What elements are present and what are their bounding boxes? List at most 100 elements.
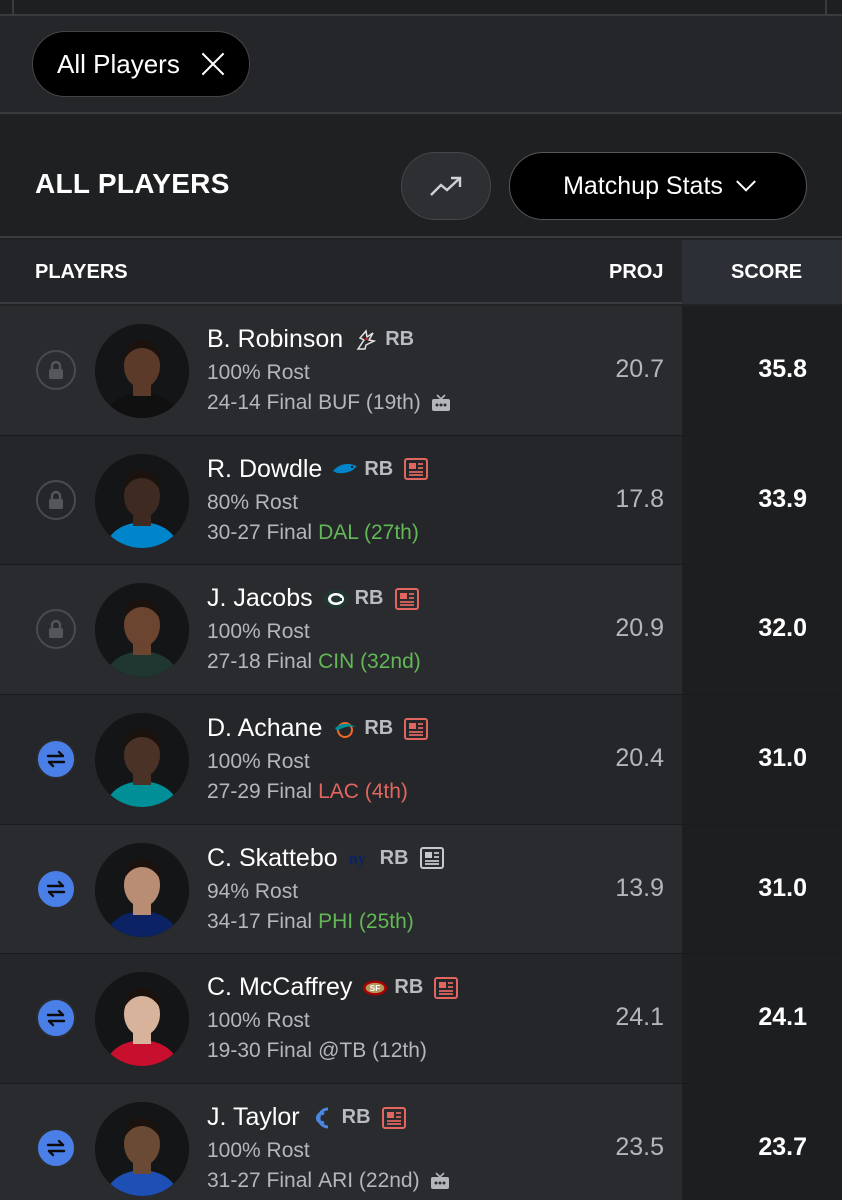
projected-points: 23.5 xyxy=(615,1133,664,1162)
tv-icon xyxy=(431,394,450,411)
actual-score: 35.8 xyxy=(758,355,807,383)
news-icon[interactable] xyxy=(381,1106,407,1130)
49ers-logo-icon: SF xyxy=(362,976,388,1000)
section-header: ALL PLAYERS Matchup Stats xyxy=(0,116,842,238)
rostered-percent: 100% Rost xyxy=(207,620,310,644)
player-name[interactable]: C. Skattebo xyxy=(207,844,338,873)
rostered-percent: 100% Rost xyxy=(207,1139,310,1163)
rostered-percent: 80% Rost xyxy=(207,490,299,514)
player-headshot xyxy=(95,1102,189,1197)
close-icon[interactable] xyxy=(200,51,226,77)
rostered-percent: 100% Rost xyxy=(207,750,310,774)
player-avatar[interactable] xyxy=(95,583,189,678)
panthers-logo-icon xyxy=(332,457,358,481)
news-icon[interactable] xyxy=(394,587,420,611)
filter-chip-label: All Players xyxy=(57,48,180,79)
projected-points: 20.9 xyxy=(615,614,664,643)
game-score: 30-27 Final xyxy=(207,520,313,544)
trending-up-icon xyxy=(430,176,462,196)
score-column-header[interactable]: SCORE xyxy=(731,261,802,284)
player-avatar[interactable] xyxy=(95,453,189,548)
player-name[interactable]: C. McCaffrey xyxy=(207,973,352,1002)
position-label: RB xyxy=(394,976,424,999)
actual-score: 23.7 xyxy=(758,1133,807,1162)
player-row[interactable]: R. Dowdle RB 80% Rost 30-27 Final DAL (27th)… xyxy=(0,435,842,566)
trending-button[interactable] xyxy=(401,152,491,220)
player-avatar[interactable] xyxy=(95,1102,189,1197)
game-score: 27-29 Final xyxy=(207,780,313,804)
swap-button[interactable] xyxy=(36,739,76,780)
proj-column-header[interactable]: PROJ xyxy=(609,261,663,284)
opponent-rank: ARI (22nd) xyxy=(318,1169,420,1193)
opponent-rank: LAC (4th) xyxy=(318,780,408,804)
player-avatar[interactable] xyxy=(95,324,189,418)
game-result: 19-30 Final @TB (12th) xyxy=(207,1039,427,1063)
game-result: 27-29 Final LAC (4th) xyxy=(207,780,408,804)
lock-button xyxy=(36,609,76,650)
player-name[interactable]: R. Dowdle xyxy=(207,455,322,484)
news-icon[interactable] xyxy=(403,457,429,481)
swap-icon xyxy=(46,880,66,897)
swap-icon xyxy=(46,750,66,768)
player-name[interactable]: J. Taylor xyxy=(207,1103,300,1132)
player-headshot xyxy=(95,324,189,418)
giants-logo-icon: ny xyxy=(348,846,374,870)
opponent-rank: CIN (32nd) xyxy=(318,650,421,674)
game-score: 24-14 Final xyxy=(207,391,313,414)
news-icon[interactable] xyxy=(419,846,445,870)
swap-button[interactable] xyxy=(36,998,76,1039)
projected-points: 24.1 xyxy=(615,1003,664,1032)
filter-bar: All Players xyxy=(0,16,842,114)
game-result: 27-18 Final CIN (32nd) xyxy=(207,650,421,674)
player-row[interactable]: D. Achane RB 100% Rost 27-29 Final LAC (4th)… xyxy=(0,695,842,825)
actual-score: 33.9 xyxy=(758,484,807,513)
opponent-rank: BUF (19th) xyxy=(318,391,421,414)
game-score: 34-17 Final xyxy=(207,909,313,933)
position-label: RB xyxy=(385,328,415,350)
column-header: PLAYERS PROJ SCORE xyxy=(0,240,842,304)
news-icon[interactable] xyxy=(433,976,459,1000)
position-label: RB xyxy=(354,587,384,610)
projected-points: 17.8 xyxy=(615,484,664,513)
top-strip xyxy=(0,0,842,16)
position-label: RB xyxy=(364,457,394,480)
position-label: RB xyxy=(379,846,409,869)
player-headshot xyxy=(95,453,189,548)
all-players-filter-chip[interactable]: All Players xyxy=(32,31,250,97)
player-headshot xyxy=(95,713,189,808)
game-result: 24-14 Final BUF (19th) xyxy=(207,391,451,415)
game-result: 30-27 Final DAL (27th) xyxy=(207,521,419,545)
player-headshot xyxy=(95,583,189,678)
projected-points: 20.4 xyxy=(615,744,664,773)
tv-icon xyxy=(430,1172,449,1190)
swap-button[interactable] xyxy=(36,1128,76,1169)
players-column-header[interactable]: PLAYERS xyxy=(35,261,128,284)
rostered-percent: 100% Rost xyxy=(207,1009,310,1033)
news-icon[interactable] xyxy=(403,717,429,741)
player-name[interactable]: D. Achane xyxy=(207,714,322,743)
game-result: 31-27 Final ARI (22nd) xyxy=(207,1169,450,1193)
lock-button xyxy=(36,350,76,390)
player-row[interactable]: J. Taylor RB 100% Rost 31-27 Final ARI (22nd… xyxy=(0,1084,842,1200)
actual-score: 24.1 xyxy=(758,1003,807,1032)
chevron-down-icon xyxy=(736,171,756,192)
swap-button[interactable] xyxy=(36,868,76,909)
lock-icon xyxy=(49,620,63,639)
falcons-logo-icon xyxy=(353,328,379,352)
player-row[interactable]: C. McCaffrey SF RB 100% Rost 19-30 Final @TB … xyxy=(0,954,842,1085)
player-name[interactable]: B. Robinson xyxy=(207,325,343,354)
opponent-rank: DAL (27th) xyxy=(318,520,419,544)
player-row[interactable]: C. Skattebo ny RB 94% Rost 34-17 Final PHI (2… xyxy=(0,824,842,955)
player-avatar[interactable] xyxy=(95,713,189,808)
player-name[interactable]: J. Jacobs xyxy=(207,584,313,613)
matchup-stats-dropdown[interactable]: Matchup Stats xyxy=(509,152,807,220)
player-row[interactable]: B. Robinson RB 100% Rost 24-14 Final BUF (19… xyxy=(0,306,842,436)
player-row[interactable]: J. Jacobs RB 100% Rost 27-18 Final CIN (32nd… xyxy=(0,565,842,696)
actual-score: 31.0 xyxy=(758,744,807,773)
colts-logo-icon xyxy=(310,1106,336,1130)
player-avatar[interactable] xyxy=(95,972,189,1067)
swap-icon xyxy=(46,1139,66,1157)
packers-logo-icon xyxy=(323,587,349,611)
player-avatar[interactable] xyxy=(95,842,189,937)
rostered-percent: 100% Rost xyxy=(207,361,310,384)
